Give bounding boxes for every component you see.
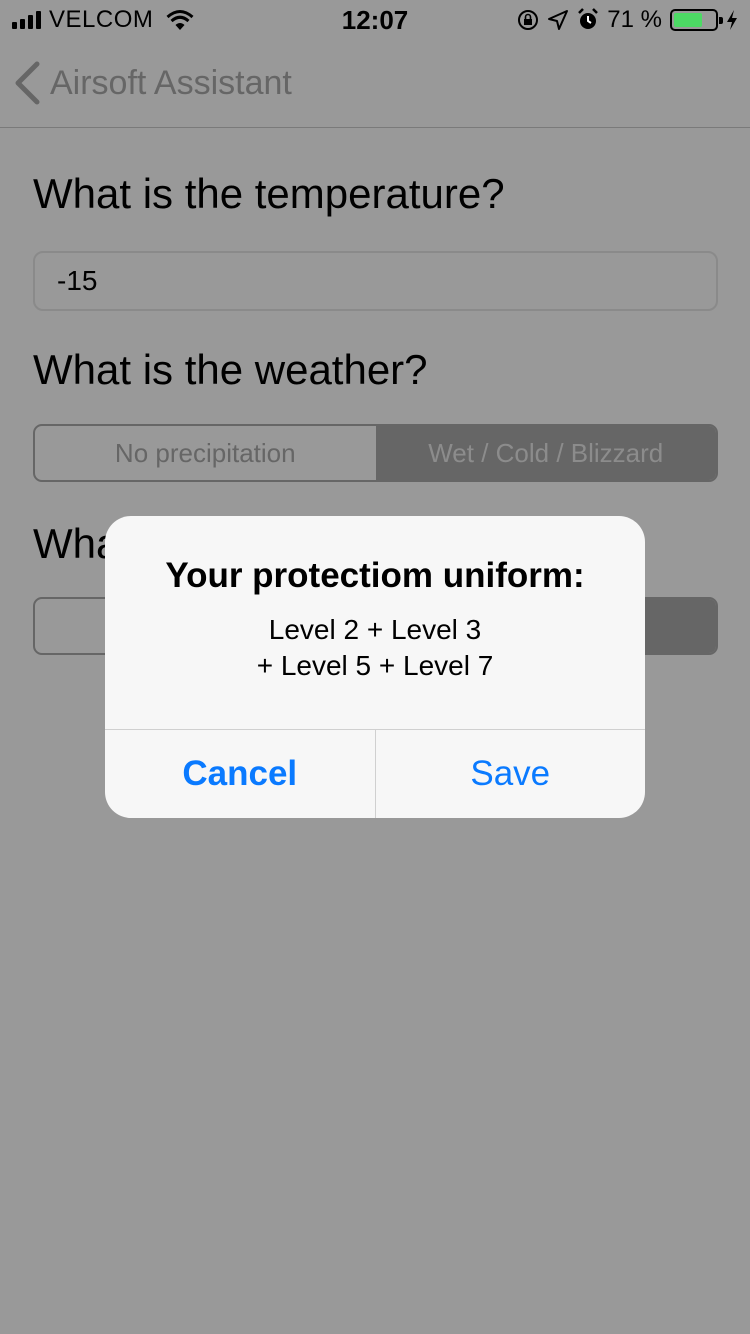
temperature-input[interactable]: -15 (33, 251, 718, 311)
temperature-question: What is the temperature? (33, 170, 505, 217)
alarm-icon (578, 8, 599, 29)
status-bar: VELCOM 12:07 71 % (0, 0, 750, 40)
segment-no-precipitation[interactable]: No precipitation (35, 426, 376, 480)
navigation-bar: Airsoft Assistant (0, 40, 750, 128)
weather-segmented-control: No precipitation Wet / Cold / Blizzard (33, 424, 718, 482)
alert-title: Your protectiom uniform: (165, 556, 585, 595)
save-button[interactable]: Save (374, 730, 646, 818)
back-button[interactable]: Airsoft Assistant (14, 60, 292, 106)
cancel-button[interactable]: Cancel (105, 730, 375, 818)
segment-wet-cold-blizzard[interactable]: Wet / Cold / Blizzard (375, 426, 716, 480)
rotation-lock-icon (518, 10, 539, 30)
alert-message: Level 2 + Level 3 + Level 5 + Level 7 (105, 612, 645, 684)
alert-message-line-1: Level 2 + Level 3 (268, 614, 482, 645)
status-bar-right: 71 % (517, 6, 738, 34)
alert-dialog: Your protectiom uniform: Level 2 + Level… (105, 516, 645, 818)
weather-question: What is the weather? (33, 346, 428, 393)
chevron-left-icon (15, 61, 40, 105)
alert-message-line-2: + Level 5 + Level 7 (256, 650, 494, 681)
battery-percent: 71 % (607, 6, 662, 33)
battery-level-fill (674, 13, 703, 27)
battery-icon (670, 9, 723, 31)
screen: VELCOM 12:07 71 % Airsoft Assistant What… (0, 0, 750, 1334)
alert-actions: Cancel Save (105, 729, 645, 818)
back-button-label: Airsoft Assistant (50, 63, 292, 102)
location-icon (548, 10, 569, 30)
charging-icon (727, 10, 737, 30)
